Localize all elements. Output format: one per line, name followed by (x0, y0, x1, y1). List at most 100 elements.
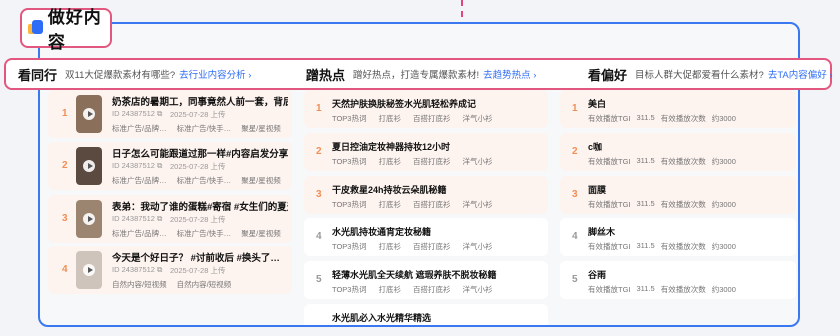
peers-link[interactable]: 去行业内容分析 › (179, 67, 251, 81)
preference-stat: 约3000 (711, 285, 736, 294)
hotspot-rank: 3 (316, 189, 322, 200)
preference-stat: 有效播放TGI (588, 114, 631, 123)
hotspot-tag: 百搭打底衫 (412, 157, 451, 166)
prefs-heading: 看偏好 (588, 67, 628, 83)
hotspot-tag: TOP3热词 (332, 200, 367, 209)
hotspot-tag: 打底衫 (378, 242, 401, 251)
video-tag: 标准广告/快手… (176, 124, 232, 133)
hotspot-tags: TOP3热词 打底衫 百搭打底衫 洋气小衫 (332, 156, 492, 167)
video-card[interactable]: 4 今天是个好日子？ #讨前收后 #换头了… ID 24387512 ⧉ 2025-0… (48, 246, 292, 294)
video-title[interactable]: 奶茶店的暑期工，同事竟然人前一套，背后一… (112, 94, 288, 108)
video-title[interactable]: 日子怎么可能跟道过那一样#内容启发分享计划… (112, 146, 288, 160)
video-thumbnail[interactable] (76, 200, 102, 238)
preference-stat: 有效播放次数 (660, 200, 706, 209)
video-rank: 3 (62, 213, 68, 224)
preference-stat: 有效播放TGI (588, 200, 631, 209)
preference-card[interactable]: 1 美白 有效播放TGI 311.5 有效播放次数 约3000 (560, 90, 796, 128)
video-tags: 标准广告/品牌… 标准广告/快手… 聚星/星视频 (112, 175, 281, 186)
play-icon[interactable] (83, 264, 95, 276)
preference-card[interactable]: 3 面膜有效播放TGI 311.5 有效播放次数 约3000 (560, 176, 796, 214)
peers-header: 看同行 双11大促爆款素材有哪些? 去行业内容分析 › (18, 60, 251, 88)
hotspot-tag: 百搭打底衫 (412, 114, 451, 123)
preference-card[interactable]: 2 c咖有效播放TGI 311.5 有效播放次数 约3000 (560, 133, 796, 171)
preference-rank: 1 (572, 103, 578, 114)
video-tag: 标准广告/品牌… (112, 124, 167, 133)
video-card[interactable]: 3 表弟：我动了谁的蛋糕#寄宿 #女生们的夏天 ID 24387512 ⧉ 2025-… (48, 195, 292, 243)
hotspot-tag: 打底衫 (378, 114, 401, 123)
play-icon[interactable] (83, 108, 95, 120)
section-title-text: 做好内容 (47, 8, 102, 52)
video-rank: 1 (62, 108, 68, 119)
category-header-bar: 看同行 双11大促爆款素材有哪些? 去行业内容分析 › 蹭热点 蹭好热点，打造专… (4, 58, 833, 90)
preference-name[interactable]: 脚丝木 (588, 225, 615, 238)
hotspot-title[interactable]: 水光肌必入水光精华精选 (332, 311, 431, 324)
preference-stats: 有效播放TGI 311.5 有效播放次数 约3000 (588, 241, 736, 252)
preference-card[interactable]: 5 谷雨有效播放TGI 311.5 有效播放次数 约3000 (560, 261, 796, 299)
preference-stat: 约3000 (711, 200, 736, 209)
video-tag: 标准广告/快手… (176, 176, 232, 185)
preference-stat: 约3000 (711, 242, 736, 251)
preference-stat: 有效播放TGI (588, 242, 631, 251)
video-tags: 自然内容/短视频 自然内容/短视频 (112, 279, 231, 290)
video-thumbnail[interactable] (76, 251, 102, 289)
preference-stat: 有效播放TGI (588, 285, 631, 294)
preference-rank: 2 (572, 146, 578, 157)
preference-name[interactable]: 谷雨 (588, 268, 606, 281)
preference-name[interactable]: c咖 (588, 140, 602, 153)
hotspot-title[interactable]: 水光肌持妆通宵定妆秘籍 (332, 225, 431, 238)
preference-rank: 5 (572, 274, 578, 285)
play-icon[interactable] (83, 213, 95, 225)
hotspot-title[interactable]: 轻薄水光肌全天续航 遮瑕养肤不脱妆秘籍 (332, 268, 497, 281)
hotspot-card[interactable]: 5 轻薄水光肌全天续航 遮瑕养肤不脱妆秘籍 TOP3热词 打底衫 百搭打底衫 洋气小衫 (304, 261, 548, 299)
hot-link[interactable]: 去趋势热点 › (483, 67, 536, 81)
video-tag: 标准广告/快手… (176, 229, 232, 238)
hotspot-card[interactable]: 4 水光肌持妆通宵定妆秘籍 TOP3热词 打底衫 百搭打底衫 洋气小衫 (304, 218, 548, 256)
preference-name[interactable]: 美白 (588, 97, 606, 110)
hotspot-rank: 1 (316, 103, 322, 114)
hotspot-title[interactable]: 夏日控油定妆神器持妆12小时 (332, 140, 450, 153)
peers-desc: 双11大促爆款素材有哪些? (65, 70, 176, 81)
hotspot-rank: 2 (316, 146, 322, 157)
video-tag: 标准广告/品牌… (112, 229, 167, 238)
video-title[interactable]: 表弟：我动了谁的蛋糕#寄宿 #女生们的夏天 (112, 199, 288, 213)
preference-stats: 有效播放TGI 311.5 有效播放次数 约3000 (588, 284, 736, 295)
preference-stats: 有效播放TGI 311.5 有效播放次数 约3000 (588, 156, 736, 167)
video-thumbnail[interactable] (76, 147, 102, 185)
hotspot-card[interactable]: 2 夏日控油定妆神器持妆12小时 TOP3热词 打底衫 百搭打底衫 洋气小衫 (304, 133, 548, 171)
hotspot-tag: 打底衫 (378, 285, 401, 294)
preference-stats: 有效播放TGI 311.5 有效播放次数 约3000 (588, 113, 736, 124)
prefs-header: 看偏好 目标人群大促都爱看什么素材? 去TA内容偏好 › (588, 60, 833, 88)
hotspot-tag: 百搭打底衫 (412, 285, 451, 294)
hot-heading: 蹭热点 (306, 67, 346, 83)
video-thumbnail[interactable] (76, 95, 102, 133)
video-tag: 聚星/星视频 (241, 124, 281, 133)
hotspot-tag: 打底衫 (378, 157, 401, 166)
hotspot-card[interactable]: 1 天然护肤换肤秘签水光肌轻松养成记 TOP3热词 打底衫 百搭打底衫 洋气小衫 (304, 90, 548, 128)
hotspot-tag: 洋气小衫 (462, 285, 493, 294)
preference-rank: 4 (572, 231, 578, 242)
video-card[interactable]: 1 奶茶店的暑期工，同事竟然人前一套，背后一…ID 243875​12 ⧉ 2025… (48, 90, 292, 138)
preference-card[interactable]: 4 脚丝木有效播放TGI 311.5 有效播放次数 约3000 (560, 218, 796, 256)
video-rank: 4 (62, 264, 68, 275)
hotspot-title[interactable]: 天然护肤换肤秘签水光肌轻松养成记 (332, 97, 476, 110)
section-title: 做好内容 (20, 8, 112, 52)
hotspot-title[interactable]: 干皮救星24h持妆云朵肌秘籍 (332, 183, 447, 196)
hotspot-card[interactable]: 水光肌必入水光精华精选 (304, 304, 548, 325)
preference-stat: 311.5 (636, 199, 655, 208)
video-title[interactable]: 今天是个好日子？ #讨前收后 #换头了… (112, 250, 288, 264)
preference-stat: 311.5 (636, 113, 655, 122)
hotspot-tags: TOP3热词 打底衫 百搭打底衫 洋气小衫 (332, 284, 492, 295)
hotspot-tag: TOP3热词 (332, 114, 367, 123)
video-tags: 标准广告/品牌… 标准广告/快手… 聚星/星视频 (112, 228, 281, 239)
play-icon[interactable] (83, 160, 95, 172)
hotspot-card[interactable]: 3 干皮救星24h持妆云朵肌秘籍 TOP3热词 打底衫 百搭打底衫 洋气小衫 (304, 176, 548, 214)
hotspot-rank: 5 (316, 274, 322, 285)
preference-rank: 3 (572, 189, 578, 200)
preference-stat: 约3000 (711, 114, 736, 123)
hotspot-tags: TOP3热词 打底衫 百搭打底衫 洋气小衫 (332, 241, 492, 252)
preference-name[interactable]: 面膜 (588, 183, 606, 196)
video-date: 2025-07-28 上传 (170, 110, 226, 119)
video-card[interactable]: 2 日子怎么可能跟道过那一样#内容启发分享计划…ID 24387512 ⧉ 2025… (48, 142, 292, 190)
video-tag: 自然内容/短视频 (176, 280, 232, 289)
prefs-link[interactable]: 去TA内容偏好 › (768, 67, 833, 81)
